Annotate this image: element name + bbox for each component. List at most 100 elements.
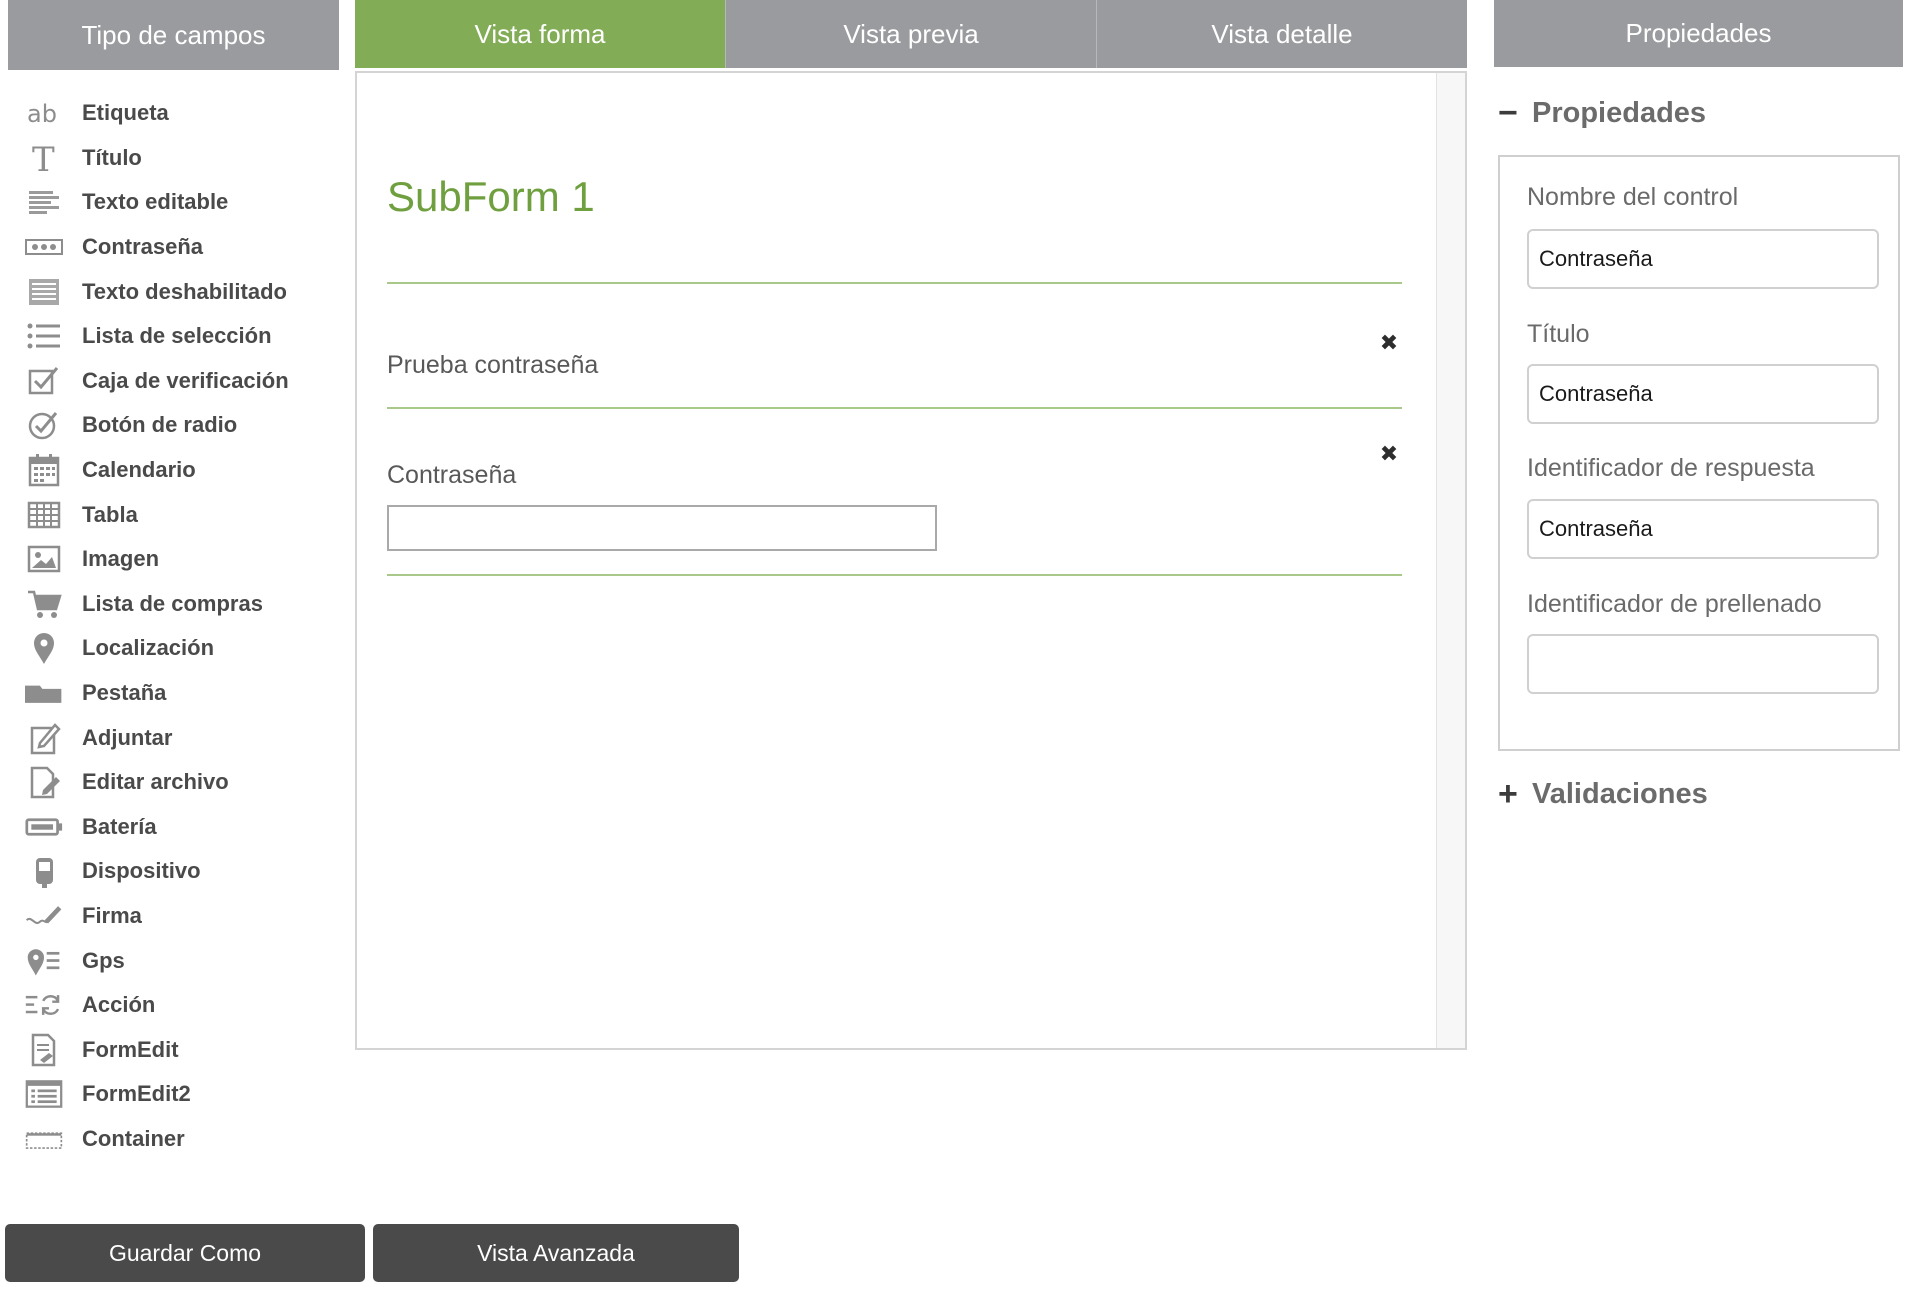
subform-title: SubForm 1 (387, 173, 595, 220)
view-tabs: Vista forma Vista previa Vista detalle (355, 0, 1467, 68)
calendar-icon (18, 452, 70, 488)
field-type-boton-radio[interactable]: Botón de radio (18, 403, 338, 448)
field-type-tabla[interactable]: Tabla (18, 492, 338, 537)
title-label: Título (1527, 320, 1590, 348)
field-label-prueba-contrasena[interactable]: Prueba contraseña (387, 351, 598, 380)
disabled-text-icon (18, 274, 70, 310)
field-type-label: Firma (82, 902, 142, 928)
advanced-view-button[interactable]: Vista Avanzada (373, 1224, 739, 1282)
field-type-label: Acción (82, 992, 156, 1018)
password-dots-icon (18, 229, 70, 265)
field-type-firma[interactable]: Firma (18, 894, 338, 939)
field-type-label: Editar archivo (82, 769, 229, 795)
field-type-lista-seleccion[interactable]: Lista de selección (18, 314, 338, 359)
field-type-label: Localización (82, 635, 215, 661)
properties-header: Propiedades (1494, 0, 1903, 67)
field-type-label: Texto deshabilitado (82, 278, 287, 304)
field-type-label: Botón de radio (82, 412, 238, 438)
section-divider (387, 282, 1402, 284)
tab-vista-forma[interactable]: Vista forma (355, 0, 725, 68)
close-x-icon[interactable]: ✖ (1375, 329, 1403, 357)
tab-vista-detalle[interactable]: Vista detalle (1096, 0, 1467, 68)
properties-box: Nombre del control Título Identificador … (1498, 155, 1900, 751)
field-type-label: Dispositivo (82, 858, 201, 884)
field-type-titulo[interactable]: T Título (18, 136, 338, 181)
prefill-id-input[interactable] (1527, 634, 1879, 694)
response-id-input[interactable] (1527, 499, 1879, 559)
field-type-label: Container (82, 1125, 185, 1151)
field-type-label: FormEdit2 (82, 1081, 191, 1107)
field-type-label: Título (82, 144, 142, 170)
field-type-label: Caja de verificación (82, 367, 289, 393)
control-name-label: Nombre del control (1527, 183, 1739, 211)
folder-tab-icon (18, 675, 70, 711)
editable-text-icon (18, 184, 70, 220)
table-grid-icon (18, 497, 70, 533)
properties-section-title: Propiedades (1532, 96, 1707, 129)
field-type-label: Texto editable (82, 189, 229, 215)
gps-pin-list-icon (18, 943, 70, 979)
field-type-label: Adjuntar (82, 724, 173, 750)
prefill-id-label: Identificador de prellenado (1527, 590, 1822, 618)
form-edit2-icon (18, 1076, 70, 1112)
field-type-label: Contraseña (82, 234, 204, 260)
field-type-label: Pestaña (82, 680, 167, 706)
field-type-label: Tabla (82, 501, 138, 527)
title-t-icon: T (18, 140, 70, 176)
field-type-label: Gps (82, 947, 125, 973)
control-name-input[interactable] (1527, 229, 1879, 289)
close-x-icon[interactable]: ✖ (1375, 440, 1403, 468)
properties-section-toggle[interactable]: − Propiedades (1498, 96, 1706, 130)
field-type-bateria[interactable]: Batería (18, 805, 338, 850)
field-type-accion[interactable]: Acción (18, 983, 338, 1028)
field-divider (387, 407, 1402, 409)
field-type-contrasena[interactable]: Contraseña (18, 225, 338, 270)
field-type-label: Imagen (82, 546, 160, 572)
map-pin-icon (18, 630, 70, 666)
bullet-list-icon (18, 318, 70, 354)
field-type-etiqueta[interactable]: ab Etiqueta (18, 91, 338, 136)
shopping-cart-icon (18, 586, 70, 622)
field-type-calendario[interactable]: Calendario (18, 448, 338, 493)
properties-header-label: Propiedades (1625, 18, 1772, 48)
field-type-container[interactable]: Container (18, 1117, 338, 1162)
field-type-editar-archivo[interactable]: Editar archivo (18, 760, 338, 805)
field-type-pestana[interactable]: Pestaña (18, 671, 338, 716)
field-type-label: Etiqueta (82, 100, 169, 126)
image-icon (18, 541, 70, 577)
field-type-formedit2[interactable]: FormEdit2 (18, 1072, 338, 1117)
action-refresh-icon (18, 987, 70, 1023)
field-type-lista-compras[interactable]: Lista de compras (18, 582, 338, 627)
canvas-scrollbar[interactable] (1436, 73, 1465, 1048)
form-canvas: SubForm 1 Prueba contraseña ✖ Contraseña… (355, 71, 1467, 1050)
field-type-caja-verificacion[interactable]: Caja de verificación (18, 359, 338, 404)
ab-text-icon: ab (18, 95, 70, 131)
field-type-formedit[interactable]: FormEdit (18, 1027, 338, 1072)
field-type-texto-editable[interactable]: Texto editable (18, 180, 338, 225)
svg-text:ab: ab (27, 100, 57, 128)
password-input[interactable] (387, 505, 937, 551)
save-as-button[interactable]: Guardar Como (5, 1224, 365, 1282)
field-type-label: FormEdit (82, 1036, 179, 1062)
collapse-minus-icon: − (1498, 94, 1518, 132)
attach-edit-icon (18, 720, 70, 756)
radio-check-icon (18, 407, 70, 443)
field-type-label: Lista de selección (82, 323, 272, 349)
edit-file-icon (18, 764, 70, 800)
field-types-header-label: Tipo de campos (81, 19, 266, 50)
battery-icon (18, 809, 70, 845)
field-type-dispositivo[interactable]: Dispositivo (18, 849, 338, 894)
title-input[interactable] (1527, 364, 1879, 424)
validations-section-toggle[interactable]: + Validaciones (1498, 777, 1708, 811)
field-type-label: Lista de compras (82, 590, 263, 616)
field-type-adjuntar[interactable]: Adjuntar (18, 715, 338, 760)
tab-vista-previa[interactable]: Vista previa (725, 0, 1096, 68)
field-type-label: Batería (82, 813, 157, 839)
field-type-texto-deshabilitado[interactable]: Texto deshabilitado (18, 269, 338, 314)
field-type-imagen[interactable]: Imagen (18, 537, 338, 582)
field-label-contrasena[interactable]: Contraseña (387, 461, 516, 490)
container-dashed-icon (18, 1121, 70, 1157)
response-id-label: Identificador de respuesta (1527, 454, 1815, 482)
field-type-localizacion[interactable]: Localización (18, 626, 338, 671)
field-type-gps[interactable]: Gps (18, 938, 338, 983)
